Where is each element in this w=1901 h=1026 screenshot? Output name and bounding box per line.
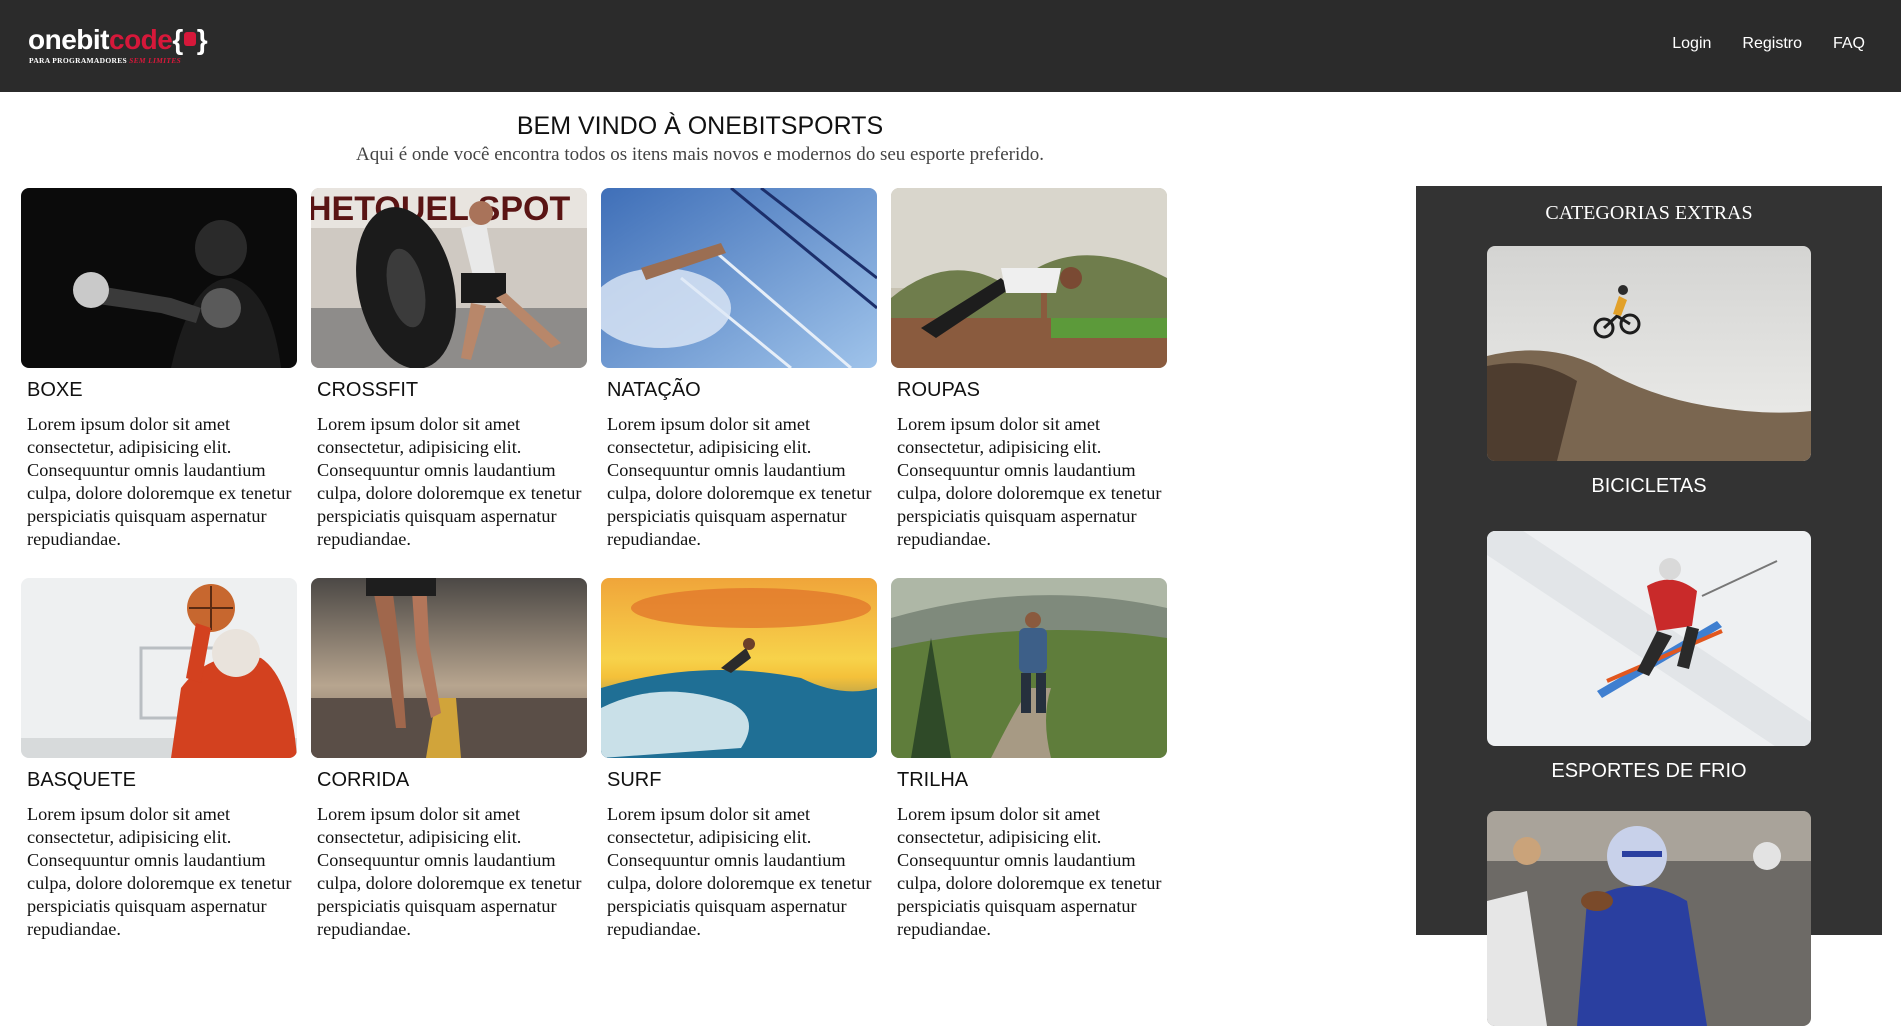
card-title: NATAÇÃO xyxy=(607,379,701,401)
card-title: BOXE xyxy=(27,379,83,401)
pushup-photo xyxy=(891,188,1167,368)
category-card-corrida[interactable]: CORRIDA Lorem ipsum dolor sit amet conse… xyxy=(311,578,587,939)
category-card-roupas[interactable]: ROUPAS Lorem ipsum dolor sit amet consec… xyxy=(891,188,1167,549)
card-text: Lorem ipsum dolor sit amet consectetur, … xyxy=(317,414,582,549)
runner-road-photo xyxy=(311,578,587,758)
page-subtitle: Aqui é onde você encontra todos os itens… xyxy=(355,144,1045,165)
top-navbar: onebitcode{} PARA PROGRAMADORES SEM LIMI… xyxy=(0,0,1901,92)
nav-faq-link[interactable]: FAQ xyxy=(1833,34,1865,54)
brand-logo[interactable]: onebitcode{} PARA PROGRAMADORES SEM LIMI… xyxy=(28,24,218,66)
logo-tagline: PARA PROGRAMADORES SEM LIMITES xyxy=(29,56,182,65)
tire-flip-photo: HETOUEL SPOT xyxy=(311,188,587,368)
category-card-trilha[interactable]: TRILHA Lorem ipsum dolor sit amet consec… xyxy=(891,578,1167,939)
card-text: Lorem ipsum dolor sit amet consectetur, … xyxy=(607,414,872,549)
card-title: SURF xyxy=(607,769,662,791)
main-nav: Login Registro FAQ xyxy=(1672,34,1865,54)
extra-categories-sidebar: CATEGORIAS EXTRAS BICICLETAS ESPORTES DE… xyxy=(1416,186,1882,1026)
swimmer-photo xyxy=(601,188,877,368)
page-title: BEM VINDO À ONEBITSPORTS xyxy=(516,112,884,140)
category-card-natacao[interactable]: NATAÇÃO Lorem ipsum dolor sit amet conse… xyxy=(601,188,877,549)
category-card-crossfit[interactable]: HETOUEL SPOT CROSSFIT Lorem ipsum dolor … xyxy=(311,188,587,549)
card-title: TRILHA xyxy=(897,769,969,791)
card-text: Lorem ipsum dolor sit amet consectetur, … xyxy=(897,804,1162,939)
sidebar-item-bicicletas[interactable]: BICICLETAS xyxy=(1487,246,1811,497)
sidebar-item-label: ESPORTES DE FRIO xyxy=(1551,760,1747,782)
sidebar-item-futebol-americano[interactable] xyxy=(1487,811,1811,1026)
logo-mark-icon xyxy=(183,32,196,46)
nav-login-link[interactable]: Login xyxy=(1672,34,1711,54)
sidebar-item-esportes-de-frio[interactable]: ESPORTES DE FRIO xyxy=(1487,531,1811,782)
card-title: BASQUETE xyxy=(27,769,136,791)
sidebar-item-label: BICICLETAS xyxy=(1591,475,1707,497)
category-card-surf[interactable]: SURF Lorem ipsum dolor sit amet consecte… xyxy=(601,578,877,939)
logo-wordmark: onebitcode{} xyxy=(28,24,208,55)
sidebar-title: CATEGORIAS EXTRAS xyxy=(1545,202,1753,224)
card-title: ROUPAS xyxy=(897,379,980,401)
skier-photo xyxy=(1487,531,1811,746)
card-title: CORRIDA xyxy=(317,769,410,791)
nav-registro-link[interactable]: Registro xyxy=(1742,34,1802,54)
card-text: Lorem ipsum dolor sit amet consectetur, … xyxy=(27,804,292,939)
card-text: Lorem ipsum dolor sit amet consectetur, … xyxy=(317,804,582,939)
mountain-bike-jump-photo xyxy=(1487,246,1811,461)
hiker-photo xyxy=(891,578,1167,758)
basketball-photo xyxy=(21,578,297,758)
category-card-boxe[interactable]: BOXE Lorem ipsum dolor sit amet consecte… xyxy=(21,188,297,549)
card-text: Lorem ipsum dolor sit amet consectetur, … xyxy=(27,414,292,549)
card-text: Lorem ipsum dolor sit amet consectetur, … xyxy=(607,804,872,939)
american-football-photo xyxy=(1487,811,1811,1026)
boxer-photo xyxy=(21,188,297,368)
surfer-sunset-photo xyxy=(601,578,877,758)
card-text: Lorem ipsum dolor sit amet consectetur, … xyxy=(897,414,1162,549)
svg-text:HETOUEL SPOT: HETOUEL SPOT xyxy=(311,190,570,228)
card-title: CROSSFIT xyxy=(317,379,419,401)
category-card-basquete[interactable]: BASQUETE Lorem ipsum dolor sit amet cons… xyxy=(21,578,297,939)
